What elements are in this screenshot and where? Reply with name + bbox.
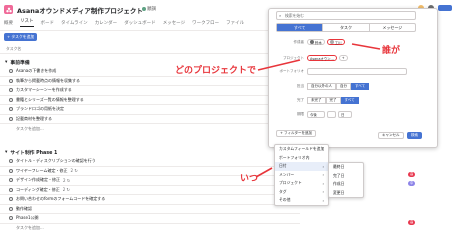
arrow-who [351,43,381,50]
arrow-when [255,167,273,178]
arrow-where [257,59,301,71]
annotation-arrows [255,43,381,178]
